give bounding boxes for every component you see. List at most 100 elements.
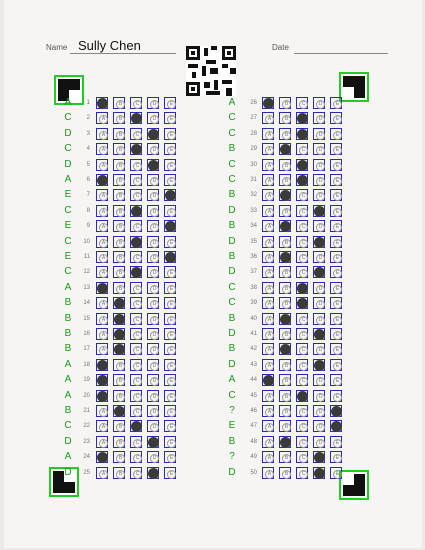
- answer-box-4-b[interactable]: B: [113, 143, 125, 155]
- answer-box-26-c[interactable]: C: [296, 97, 308, 109]
- answer-box-5-c[interactable]: C: [130, 159, 142, 171]
- answer-box-31-c[interactable]: C: [296, 174, 308, 186]
- answer-box-32-d[interactable]: D: [313, 189, 325, 201]
- answer-box-2-c[interactable]: C: [130, 112, 142, 124]
- answer-box-33-d[interactable]: D: [313, 205, 325, 217]
- answer-box-47-d[interactable]: D: [313, 420, 325, 432]
- answer-box-18-c[interactable]: C: [130, 359, 142, 371]
- answer-box-35-b[interactable]: B: [279, 236, 291, 248]
- answer-box-12-a[interactable]: A: [96, 266, 108, 278]
- answer-box-13-e[interactable]: E: [164, 282, 176, 294]
- answer-box-50-b[interactable]: B: [279, 467, 291, 479]
- answer-box-25-c[interactable]: C: [130, 467, 142, 479]
- answer-box-8-b[interactable]: B: [113, 205, 125, 217]
- answer-box-1-d[interactable]: D: [147, 97, 159, 109]
- answer-box-1-c[interactable]: C: [130, 97, 142, 109]
- answer-box-7-d[interactable]: D: [147, 189, 159, 201]
- answer-box-44-a[interactable]: A: [262, 374, 274, 386]
- answer-box-30-a[interactable]: A: [262, 159, 274, 171]
- answer-box-32-a[interactable]: A: [262, 189, 274, 201]
- answer-box-42-c[interactable]: C: [296, 343, 308, 355]
- answer-box-44-b[interactable]: B: [279, 374, 291, 386]
- answer-box-14-c[interactable]: C: [130, 297, 142, 309]
- answer-box-38-b[interactable]: B: [279, 282, 291, 294]
- answer-box-34-e[interactable]: E: [330, 220, 342, 232]
- answer-box-8-a[interactable]: A: [96, 205, 108, 217]
- answer-box-1-e[interactable]: E: [164, 97, 176, 109]
- answer-box-18-a[interactable]: A: [96, 359, 108, 371]
- answer-box-30-e[interactable]: E: [330, 159, 342, 171]
- answer-box-46-a[interactable]: A: [262, 405, 274, 417]
- answer-box-32-c[interactable]: C: [296, 189, 308, 201]
- answer-box-13-d[interactable]: D: [147, 282, 159, 294]
- answer-box-11-d[interactable]: D: [147, 251, 159, 263]
- answer-box-10-c[interactable]: C: [130, 236, 142, 248]
- answer-box-18-b[interactable]: B: [113, 359, 125, 371]
- answer-box-36-d[interactable]: D: [313, 251, 325, 263]
- answer-box-32-b[interactable]: B: [279, 189, 291, 201]
- answer-box-45-d[interactable]: D: [313, 390, 325, 402]
- answer-box-14-a[interactable]: A: [96, 297, 108, 309]
- answer-box-10-d[interactable]: D: [147, 236, 159, 248]
- answer-box-31-e[interactable]: E: [330, 174, 342, 186]
- answer-box-39-c[interactable]: C: [296, 297, 308, 309]
- answer-box-24-d[interactable]: D: [147, 451, 159, 463]
- answer-box-8-e[interactable]: E: [164, 205, 176, 217]
- answer-box-37-b[interactable]: B: [279, 266, 291, 278]
- answer-box-23-c[interactable]: C: [130, 436, 142, 448]
- answer-box-4-c[interactable]: C: [130, 143, 142, 155]
- answer-box-48-a[interactable]: A: [262, 436, 274, 448]
- answer-box-19-e[interactable]: E: [164, 374, 176, 386]
- answer-box-9-c[interactable]: C: [130, 220, 142, 232]
- answer-box-3-e[interactable]: E: [164, 128, 176, 140]
- answer-box-6-e[interactable]: E: [164, 174, 176, 186]
- answer-box-1-b[interactable]: B: [113, 97, 125, 109]
- answer-box-12-e[interactable]: E: [164, 266, 176, 278]
- answer-box-40-d[interactable]: D: [313, 313, 325, 325]
- answer-box-29-d[interactable]: D: [313, 143, 325, 155]
- answer-box-17-a[interactable]: A: [96, 343, 108, 355]
- answer-box-40-b[interactable]: B: [279, 313, 291, 325]
- answer-box-16-e[interactable]: E: [164, 328, 176, 340]
- answer-box-2-d[interactable]: D: [147, 112, 159, 124]
- answer-box-13-b[interactable]: B: [113, 282, 125, 294]
- answer-box-3-d[interactable]: D: [147, 128, 159, 140]
- answer-box-25-e[interactable]: E: [164, 467, 176, 479]
- answer-box-47-a[interactable]: A: [262, 420, 274, 432]
- answer-box-28-e[interactable]: E: [330, 128, 342, 140]
- answer-box-19-b[interactable]: B: [113, 374, 125, 386]
- answer-box-15-c[interactable]: C: [130, 313, 142, 325]
- answer-box-41-a[interactable]: A: [262, 328, 274, 340]
- answer-box-27-e[interactable]: E: [330, 112, 342, 124]
- answer-box-20-a[interactable]: A: [96, 390, 108, 402]
- answer-box-21-d[interactable]: D: [147, 405, 159, 417]
- answer-box-46-b[interactable]: B: [279, 405, 291, 417]
- answer-box-42-d[interactable]: D: [313, 343, 325, 355]
- answer-box-30-c[interactable]: C: [296, 159, 308, 171]
- answer-box-12-b[interactable]: B: [113, 266, 125, 278]
- answer-box-6-b[interactable]: B: [113, 174, 125, 186]
- answer-box-46-c[interactable]: C: [296, 405, 308, 417]
- answer-box-49-c[interactable]: C: [296, 451, 308, 463]
- answer-box-7-a[interactable]: A: [96, 189, 108, 201]
- answer-box-31-b[interactable]: B: [279, 174, 291, 186]
- answer-box-39-e[interactable]: E: [330, 297, 342, 309]
- answer-box-24-a[interactable]: A: [96, 451, 108, 463]
- answer-box-29-c[interactable]: C: [296, 143, 308, 155]
- answer-box-50-a[interactable]: A: [262, 467, 274, 479]
- answer-box-34-a[interactable]: A: [262, 220, 274, 232]
- answer-box-47-e[interactable]: E: [330, 420, 342, 432]
- answer-box-43-c[interactable]: C: [296, 359, 308, 371]
- answer-box-9-e[interactable]: E: [164, 220, 176, 232]
- answer-box-20-e[interactable]: E: [164, 390, 176, 402]
- answer-box-28-d[interactable]: D: [313, 128, 325, 140]
- answer-box-42-e[interactable]: E: [330, 343, 342, 355]
- answer-box-16-a[interactable]: A: [96, 328, 108, 340]
- answer-box-40-e[interactable]: E: [330, 313, 342, 325]
- answer-box-39-d[interactable]: D: [313, 297, 325, 309]
- answer-box-23-e[interactable]: E: [164, 436, 176, 448]
- answer-box-41-e[interactable]: E: [330, 328, 342, 340]
- answer-box-35-c[interactable]: C: [296, 236, 308, 248]
- answer-box-27-c[interactable]: C: [296, 112, 308, 124]
- answer-box-50-e[interactable]: E: [330, 467, 342, 479]
